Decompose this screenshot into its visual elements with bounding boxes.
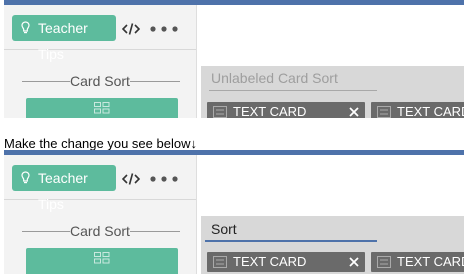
lightbulb-icon — [21, 21, 30, 34]
text-card-label: TEXT CARD — [397, 104, 464, 118]
instruction-caption: Make the change you see below↓ — [4, 136, 197, 151]
sidebar-header: Teacher Tips — [4, 155, 196, 212]
card-sort-component-block[interactable] — [26, 98, 178, 118]
title-underline — [209, 90, 377, 91]
grip-icon — [377, 256, 391, 268]
title-focus-underline — [205, 240, 377, 242]
code-icon[interactable] — [122, 172, 140, 186]
more-dots-icon[interactable] — [150, 176, 178, 182]
code-icon[interactable] — [122, 22, 140, 36]
before-screenshot: Teacher Tips Card Sort Unlabeled Card So… — [4, 0, 464, 118]
card-sort-component-block[interactable] — [26, 248, 178, 274]
text-card[interactable]: TEXT CARD — [207, 102, 365, 118]
close-icon[interactable] — [349, 257, 359, 267]
close-icon[interactable] — [349, 107, 359, 117]
text-card[interactable]: TEXT CARD — [371, 102, 464, 118]
card-sort-title-input[interactable] — [205, 218, 377, 240]
more-dots-icon[interactable] — [150, 26, 178, 32]
lightbulb-icon — [21, 171, 30, 184]
text-card-label: TEXT CARD — [233, 104, 307, 118]
text-card[interactable]: TEXT CARD — [371, 252, 464, 272]
text-card[interactable]: TEXT CARD — [207, 252, 365, 272]
text-card-label: TEXT CARD — [233, 254, 307, 269]
after-screenshot: Teacher Tips Card Sort Sort TEXT CARD TE… — [4, 150, 464, 274]
teacher-tips-label: Teacher Tips — [38, 20, 88, 62]
text-card-label: TEXT CARD — [397, 254, 464, 269]
teacher-tips-button[interactable]: Teacher Tips — [12, 15, 116, 62]
card-sort-panel: TEXT CARD TEXT CARD — [201, 216, 464, 274]
teacher-tips-button[interactable]: Teacher Tips — [12, 165, 116, 212]
editor-area: Unlabeled Card Sort TEXT CARD TEXT CARD — [197, 5, 464, 118]
editor-area: TEXT CARD TEXT CARD — [197, 155, 464, 274]
left-sidebar: Teacher Tips Card Sort — [4, 155, 197, 274]
sidebar-heading: Card Sort — [70, 223, 130, 239]
card-grid-icon — [94, 102, 110, 114]
left-sidebar: Teacher Tips Card Sort — [4, 5, 197, 118]
teacher-tips-label: Teacher Tips — [38, 170, 88, 212]
grip-icon — [377, 106, 391, 118]
grip-icon — [213, 256, 227, 268]
grip-icon — [213, 106, 227, 118]
sidebar-heading: Card Sort — [70, 73, 130, 89]
sidebar-header: Teacher Tips — [4, 5, 196, 62]
card-sort-title[interactable]: Unlabeled Card Sort — [211, 70, 338, 86]
card-sort-panel: Unlabeled Card Sort TEXT CARD TEXT CARD — [201, 66, 464, 118]
card-grid-icon — [94, 252, 110, 264]
